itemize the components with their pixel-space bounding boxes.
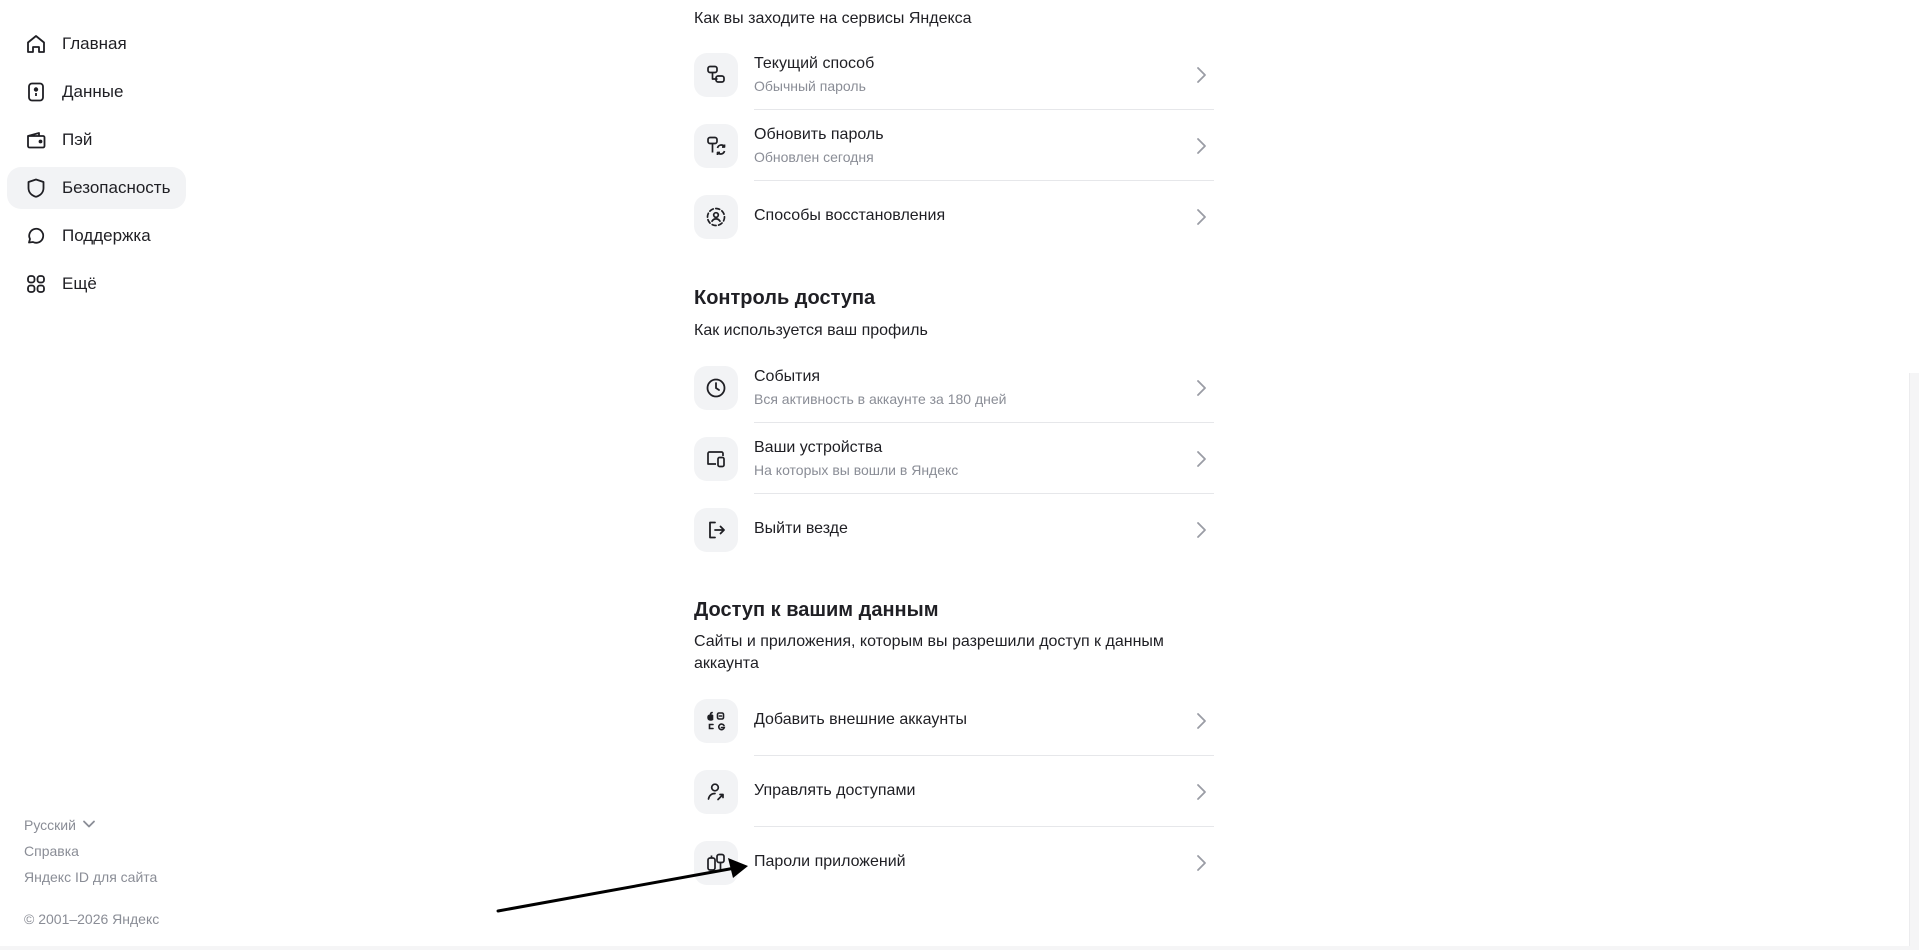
chevron-right-icon <box>1197 209 1206 225</box>
recovery-methods-row[interactable]: Способы восстановления <box>694 182 1214 252</box>
recovery-icon <box>694 195 738 239</box>
current-method-row[interactable]: Текущий способ Обычный пароль <box>694 40 1214 110</box>
row-title: Выйти везде <box>754 520 848 537</box>
devices-row[interactable]: Ваши устройства На которых вы вошли в Ян… <box>694 424 1214 494</box>
sidebar-item-label: Ещё <box>62 274 97 293</box>
sidebar-item-label: Главная <box>62 34 127 53</box>
divider <box>754 755 1214 756</box>
row-title: События <box>754 368 821 385</box>
chevron-right-icon <box>1197 380 1206 396</box>
chat-icon <box>23 223 49 249</box>
update-password-row[interactable]: Обновить пароль Обновлен сегодня <box>694 111 1214 181</box>
row-subtitle: Обновлен сегодня <box>754 149 874 165</box>
clock-icon <box>694 366 738 410</box>
chevron-right-icon <box>1197 784 1206 800</box>
chevron-right-icon <box>1197 451 1206 467</box>
id-for-site-link[interactable]: Яндекс ID для сайта <box>24 869 157 885</box>
language-label: Русский <box>24 817 76 833</box>
chevron-right-icon <box>1197 855 1206 871</box>
chevron-right-icon <box>1197 67 1206 83</box>
add-external-accounts-row[interactable]: Добавить внешние аккаунты <box>694 686 1214 756</box>
data-access-subtitle: Сайты и приложения, которым вы разрешили… <box>694 633 1164 672</box>
chevron-right-icon <box>1197 713 1206 729</box>
row-title: Способы восстановления <box>754 207 946 224</box>
access-control-title: Контроль доступа <box>694 287 876 309</box>
row-title: Ваши устройства <box>754 439 883 456</box>
row-subtitle: Обычный пароль <box>754 78 866 94</box>
help-link[interactable]: Справка <box>24 843 79 859</box>
manage-access-row[interactable]: Управлять доступами <box>694 757 1214 827</box>
home-icon <box>23 31 49 57</box>
chevron-down-icon <box>82 816 96 834</box>
external-accounts-icon <box>694 699 738 743</box>
divider <box>754 493 1214 494</box>
row-title: Управлять доступами <box>754 782 916 799</box>
scrollbar[interactable] <box>1909 373 1919 950</box>
logout-everywhere-row[interactable]: Выйти везде <box>694 495 1214 565</box>
access-control-subtitle: Как используется ваш профиль <box>694 322 928 339</box>
events-row[interactable]: События Вся активность в аккаунте за 180… <box>694 353 1214 423</box>
chevron-right-icon <box>1197 522 1206 538</box>
row-title: Обновить пароль <box>754 126 884 143</box>
password-method-icon <box>694 53 738 97</box>
divider <box>754 180 1214 181</box>
divider <box>754 109 1214 110</box>
row-title: Добавить внешние аккаунты <box>754 711 967 728</box>
id-card-icon <box>23 79 49 105</box>
sidebar-item-pay[interactable]: Пэй <box>7 119 186 161</box>
logout-icon <box>694 508 738 552</box>
devices-icon <box>694 437 738 481</box>
sidebar-item-security[interactable]: Безопасность <box>7 167 186 209</box>
login-section-subtitle: Как вы заходите на сервисы Яндекса <box>694 10 972 27</box>
user-access-icon <box>694 770 738 814</box>
row-title: Текущий способ <box>754 55 875 72</box>
bottom-strip <box>0 946 1919 950</box>
page: Главная Данные Пэй Безопасность Поддержк… <box>0 0 1919 950</box>
grid-icon <box>23 271 49 297</box>
row-subtitle: Вся активность в аккаунте за 180 дней <box>754 391 1007 407</box>
divider <box>754 422 1214 423</box>
copyright: © 2001–2026 Яндекс <box>24 911 160 927</box>
language-selector[interactable]: Русский <box>24 816 96 834</box>
sidebar-item-label: Безопасность <box>62 178 171 197</box>
sidebar-item-label: Пэй <box>62 130 93 149</box>
sidebar-item-support[interactable]: Поддержка <box>7 215 186 257</box>
sidebar-item-label: Поддержка <box>62 226 151 245</box>
sidebar-item-data[interactable]: Данные <box>7 71 186 113</box>
chevron-right-icon <box>1197 138 1206 154</box>
app-passwords-icon <box>694 841 738 885</box>
app-passwords-row[interactable]: Пароли приложений <box>694 828 1214 898</box>
sidebar-item-home[interactable]: Главная <box>7 23 186 65</box>
divider <box>754 826 1214 827</box>
password-refresh-icon <box>694 124 738 168</box>
sidebar-item-label: Данные <box>62 82 124 101</box>
row-title: Пароли приложений <box>754 853 906 870</box>
sidebar-item-more[interactable]: Ещё <box>7 263 186 305</box>
row-subtitle: На которых вы вошли в Яндекс <box>754 462 959 478</box>
shield-icon <box>23 175 49 201</box>
data-access-title: Доступ к вашим данным <box>694 599 939 621</box>
wallet-icon <box>23 127 49 153</box>
